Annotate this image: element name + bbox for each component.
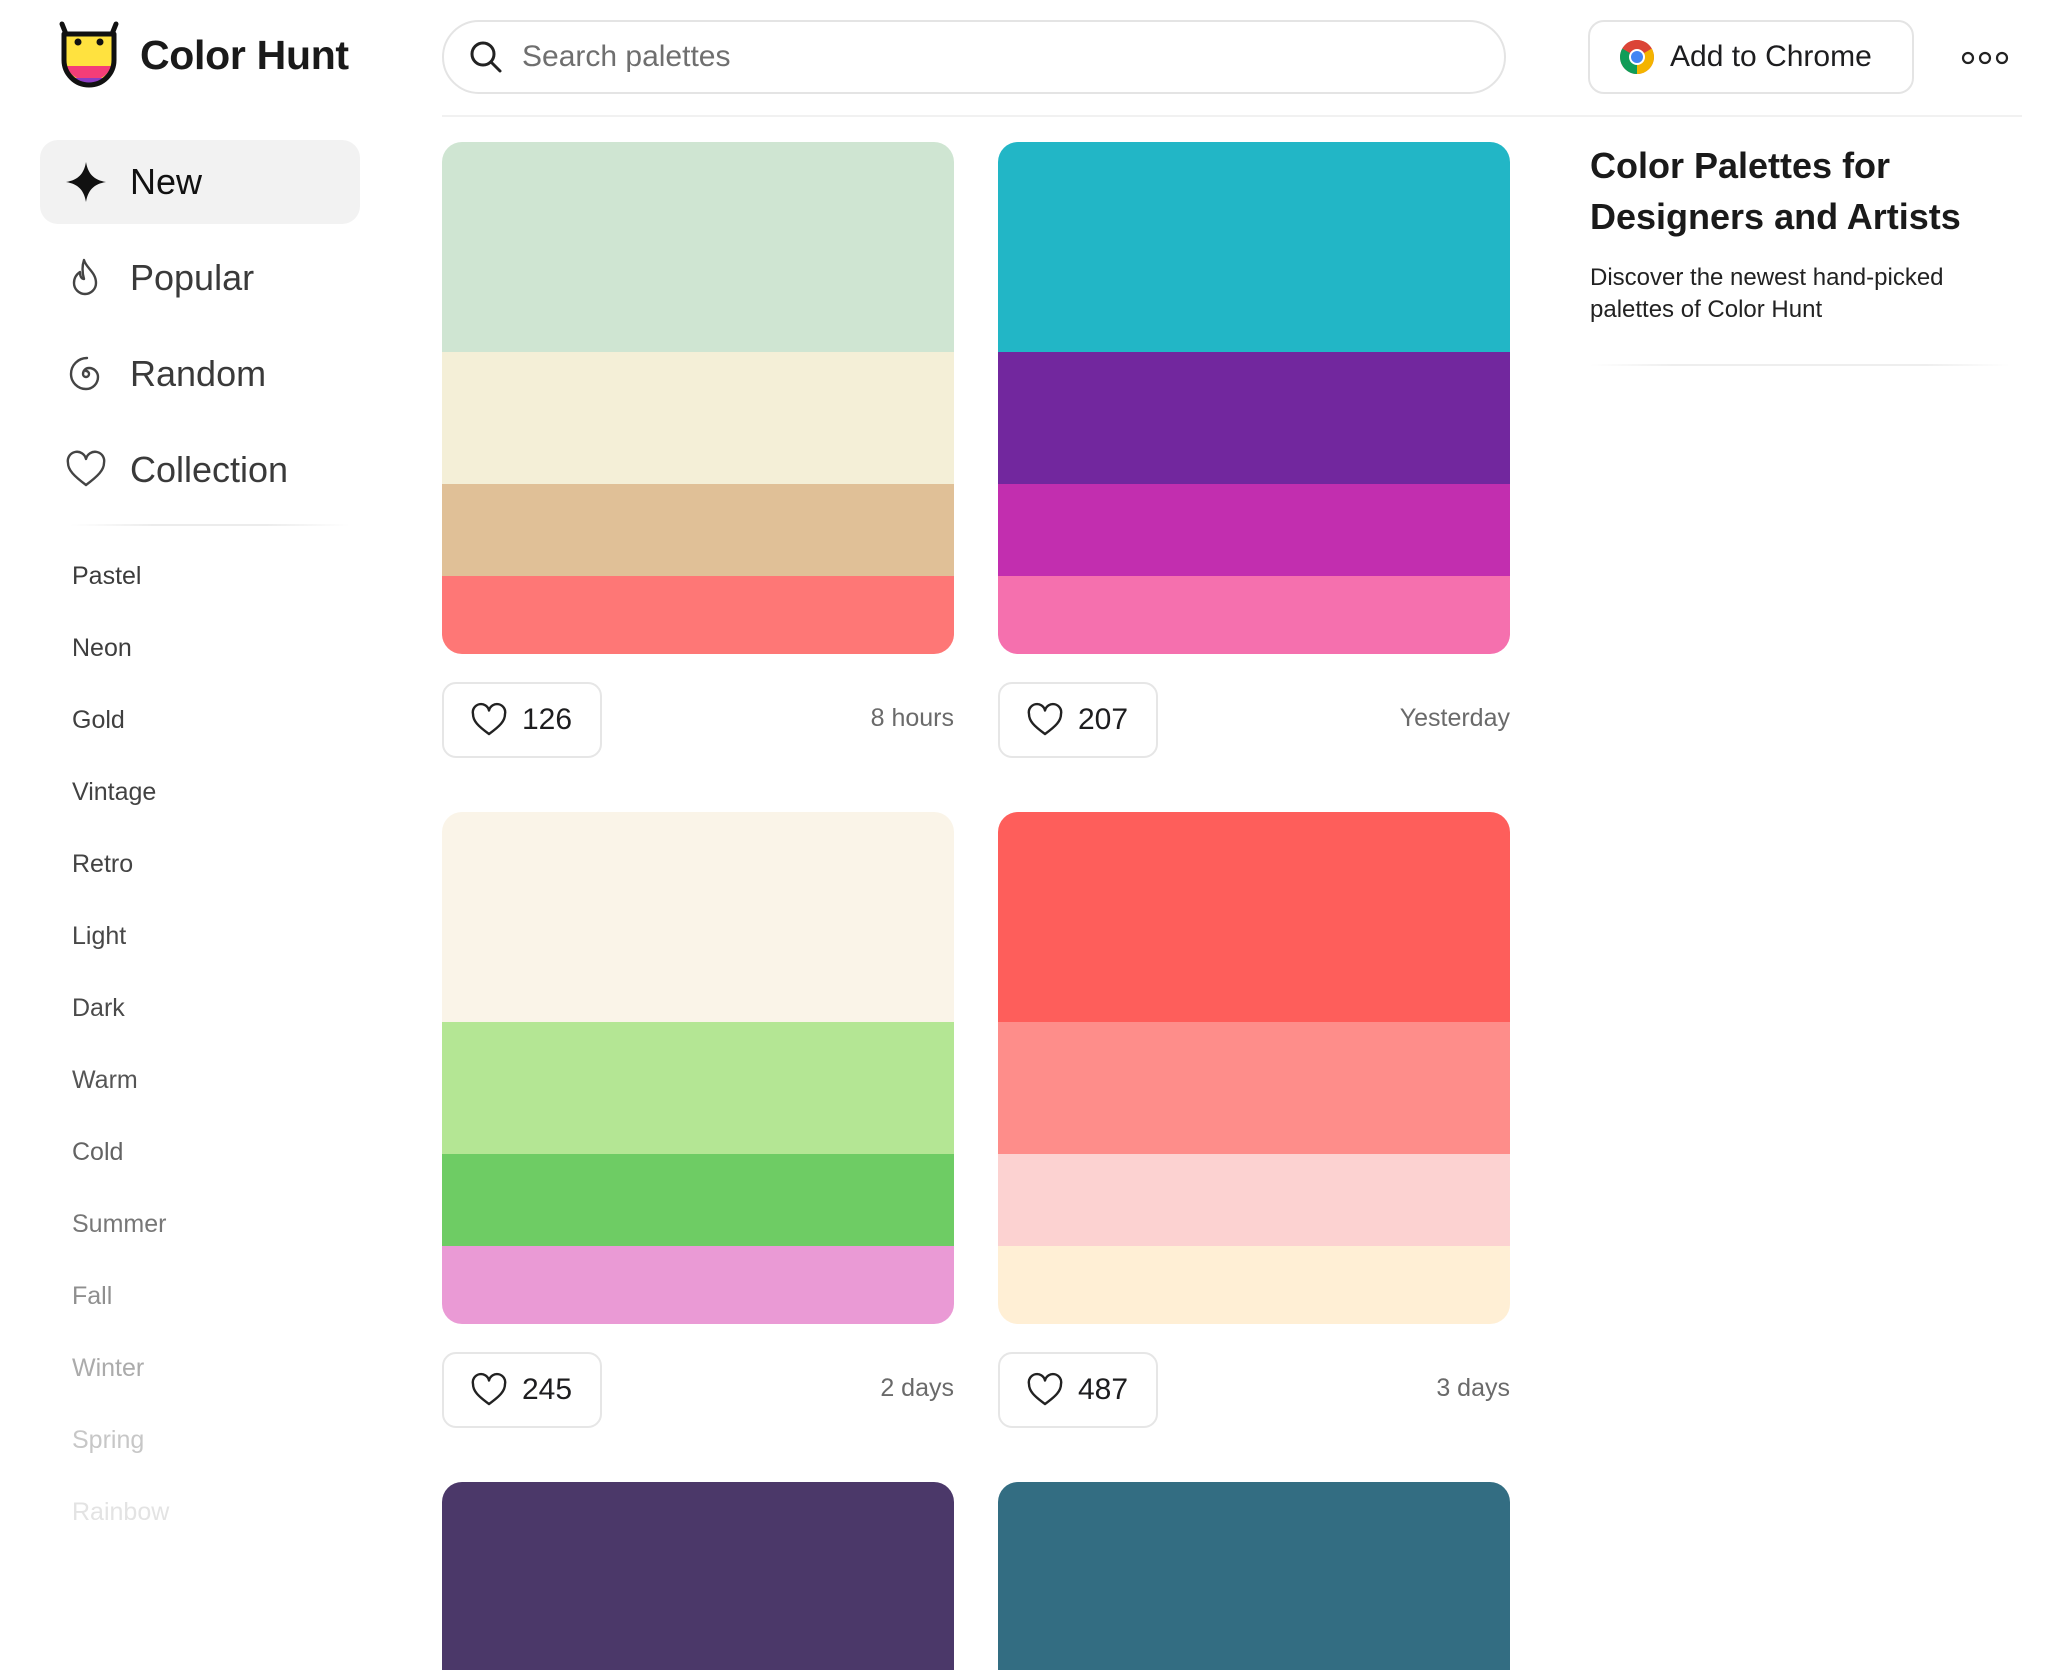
like-count: 126 [522,703,573,736]
logo-icon [59,21,119,88]
tag-rainbow[interactable]: Rainbow [72,1496,169,1568]
logo[interactable]: Color Hunt [56,20,349,90]
tag-neon[interactable]: Neon [72,632,169,704]
add-to-chrome-button[interactable]: Add to Chrome [1588,20,1914,94]
palette-swatch[interactable] [998,812,1510,1324]
heart-icon [1027,1372,1063,1406]
tag-retro[interactable]: Retro [72,848,169,920]
palette-card: 126 8 hours [442,142,954,758]
add-to-chrome-label: Add to Chrome [1670,40,1872,73]
app-name: Color Hunt [140,31,349,78]
search-icon [470,41,502,73]
color-band[interactable] [998,1154,1510,1246]
palette-swatch[interactable] [442,1482,954,1670]
like-count: 487 [1078,1373,1129,1406]
color-band[interactable] [442,1154,954,1246]
palette-swatch[interactable] [442,142,954,654]
heart-icon [1027,702,1063,736]
tag-list: Pastel Neon Gold Vintage Retro Light Dar… [72,560,169,1568]
search-input[interactable] [520,39,1424,75]
color-band[interactable] [998,576,1510,654]
more-menu-button[interactable] [1960,38,2010,78]
palette-age: 3 days [1436,1374,1510,1402]
like-count: 245 [522,1373,573,1406]
palette-card: 207 Yesterday [998,142,1510,758]
search-bar[interactable] [442,20,1506,94]
heart-icon [66,450,106,487]
sparkle-icon [66,162,106,202]
color-band[interactable] [998,812,1510,1022]
color-band[interactable] [998,1246,1510,1324]
sidebar-item-collection[interactable]: Collection [40,428,360,512]
color-band[interactable] [442,142,954,352]
palette-card: 487 3 days [998,812,1510,1428]
color-band[interactable] [442,484,954,576]
color-band[interactable] [442,1246,954,1324]
color-band[interactable] [442,1022,954,1154]
palette-swatch[interactable] [998,1482,1510,1670]
like-button[interactable]: 487 [998,1352,1159,1428]
tag-vintage[interactable]: Vintage [72,776,169,848]
intro-divider [1590,364,2010,366]
spiral-icon [69,356,100,391]
sidebar-nav: New Popular Random Collection [40,140,360,524]
tag-cold[interactable]: Cold [72,1136,169,1208]
color-band[interactable] [998,142,1510,352]
tag-fall[interactable]: Fall [72,1280,169,1352]
like-button[interactable]: 207 [998,682,1159,758]
tag-pastel[interactable]: Pastel [72,560,169,632]
palette-card: 245 2 days [442,812,954,1428]
palette-age: Yesterday [1399,704,1510,732]
color-band[interactable] [998,484,1510,576]
like-button[interactable]: 126 [442,682,603,758]
like-button[interactable]: 245 [442,1352,603,1428]
intro-panel: Color Palettes for Designers and Artists… [1590,140,2030,326]
palette-age: 8 hours [870,704,954,732]
tag-gold[interactable]: Gold [72,704,169,776]
like-count: 207 [1078,703,1129,736]
intro-description: Discover the newest hand-picked palettes… [1590,264,1944,323]
heart-icon [471,1372,507,1406]
color-band[interactable] [998,352,1510,484]
sidebar-item-new[interactable]: New [40,140,360,224]
palette-swatch[interactable] [442,812,954,1324]
tag-summer[interactable]: Summer [72,1208,169,1280]
tag-spring[interactable]: Spring [72,1424,169,1496]
sidebar-item-label: Popular [130,257,255,298]
header-divider [442,115,2022,117]
chrome-icon [1620,40,1654,74]
tag-light[interactable]: Light [72,920,169,992]
sidebar-item-label: New [130,161,203,202]
palette-age: 2 days [880,1374,954,1402]
tag-winter[interactable]: Winter [72,1352,169,1424]
color-band[interactable] [998,1022,1510,1154]
color-band[interactable] [442,352,954,484]
color-band[interactable] [442,576,954,654]
sidebar-item-popular[interactable]: Popular [40,236,360,320]
flame-icon [72,258,98,296]
sidebar-divider [70,524,350,526]
more-dots-icon [1961,51,2009,65]
heart-icon [471,702,507,736]
tag-warm[interactable]: Warm [72,1064,169,1136]
sidebar-item-random[interactable]: Random [40,332,360,416]
intro-title: Color Palettes for Designers and Artists [1590,145,1961,237]
sidebar-item-label: Random [130,353,267,394]
tag-dark[interactable]: Dark [72,992,169,1064]
color-band[interactable] [442,812,954,1022]
sidebar-item-label: Collection [130,449,289,490]
palette-swatch[interactable] [998,142,1510,654]
